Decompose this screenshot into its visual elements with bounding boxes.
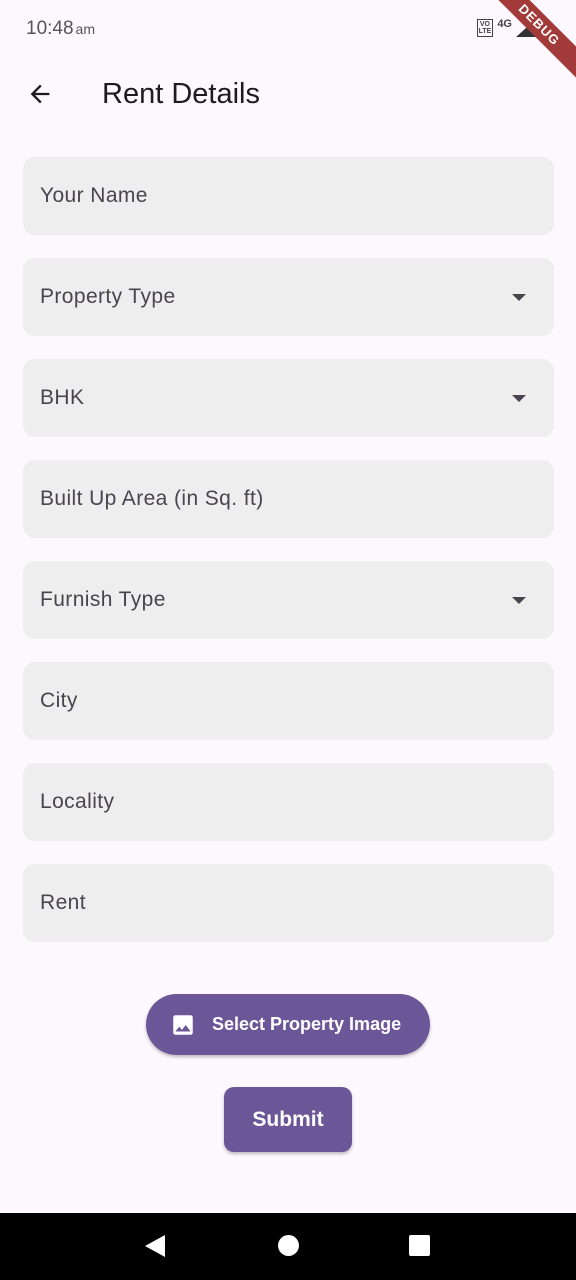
back-button[interactable] (22, 76, 58, 112)
submit-button[interactable]: Submit (224, 1087, 352, 1152)
status-ampm: am (75, 21, 95, 37)
select-property-image-label: Select Property Image (212, 1014, 402, 1034)
bhk-label: BHK (40, 386, 85, 409)
bhk-dropdown[interactable]: BHK (23, 359, 554, 437)
rent-form: Your Name Property Type BHK Built Up Are… (23, 157, 554, 965)
network-type-label: 4G (497, 18, 512, 30)
status-time: 10:48 am (26, 18, 95, 40)
built-up-area-label: Built Up Area (in Sq. ft) (40, 487, 264, 510)
name-field[interactable]: Your Name (23, 157, 554, 235)
city-field[interactable]: City (23, 662, 554, 740)
property-type-label: Property Type (40, 285, 176, 308)
volte-icon: VO LTE (476, 19, 494, 37)
nav-home-icon[interactable] (278, 1235, 299, 1256)
rent-label: Rent (40, 891, 86, 914)
dropdown-arrow-icon (512, 597, 526, 604)
nav-recents-icon[interactable] (409, 1235, 430, 1256)
built-up-area-field[interactable]: Built Up Area (in Sq. ft) (23, 460, 554, 538)
nav-back-icon[interactable] (145, 1235, 165, 1257)
city-label: City (40, 689, 78, 712)
app-bar: Rent Details (0, 62, 576, 126)
arrow-back-icon (30, 84, 50, 104)
system-nav-bar (0, 1213, 576, 1280)
page-title: Rent Details (102, 78, 260, 110)
name-field-label: Your Name (40, 184, 148, 207)
locality-label: Locality (40, 790, 115, 813)
status-bar: 10:48 am VO LTE 4G DEBUG (0, 0, 576, 86)
furnish-type-label: Furnish Type (40, 588, 166, 611)
dropdown-arrow-icon (512, 294, 526, 301)
rent-field[interactable]: Rent (23, 864, 554, 942)
select-property-image-button[interactable]: Select Property Image (146, 994, 430, 1055)
locality-field[interactable]: Locality (23, 763, 554, 841)
image-icon (173, 1014, 193, 1035)
dropdown-arrow-icon (512, 395, 526, 402)
status-clock: 10:48 (26, 18, 74, 39)
property-type-dropdown[interactable]: Property Type (23, 258, 554, 336)
furnish-type-dropdown[interactable]: Furnish Type (23, 561, 554, 639)
